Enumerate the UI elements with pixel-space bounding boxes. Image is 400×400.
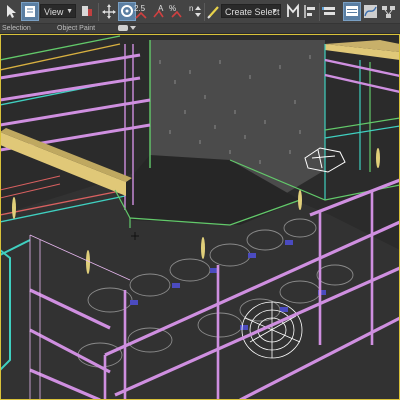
use-pivot-center-button[interactable] xyxy=(78,2,96,21)
ribbon-minimize-icon[interactable] xyxy=(118,25,136,31)
spinner-snap-text: n xyxy=(189,4,193,13)
align-button[interactable] xyxy=(301,2,319,21)
3ds-max-window: View ▼ 2.5 A % n Create Select ▼ Selecti… xyxy=(0,0,400,400)
percent-snap-button[interactable]: % xyxy=(168,2,186,21)
curve-editor-button[interactable] xyxy=(362,2,380,21)
named-selection-set-dropdown[interactable]: Create Selection Se ▼ xyxy=(221,4,281,18)
snap-2-5-text: 2.5 xyxy=(134,4,146,13)
schematic-view-icon xyxy=(382,6,395,18)
select-by-name-button[interactable] xyxy=(21,2,39,21)
reference-coordinate-value: View xyxy=(44,7,64,17)
selection-panel-label[interactable]: Selection xyxy=(2,24,31,33)
toolbar-separator xyxy=(98,3,99,21)
wireframe-scene xyxy=(0,34,400,400)
snap-2-5-button[interactable]: 2.5 xyxy=(133,2,151,21)
layer-explorer-button[interactable] xyxy=(321,2,339,21)
align-icon xyxy=(304,5,315,18)
pivot-center-icon xyxy=(82,6,92,16)
percent-snap-icon: % xyxy=(169,4,182,18)
reference-coordinate-dropdown[interactable]: View ▼ xyxy=(40,4,76,18)
chevron-down-icon: ▼ xyxy=(66,8,73,15)
percent-snap-text: % xyxy=(169,4,176,13)
object-paint-panel-label[interactable]: Object Paint xyxy=(57,24,95,33)
curve-editor-icon xyxy=(364,5,377,18)
select-and-move-button[interactable] xyxy=(100,2,118,21)
snap-2-5-icon: 2.5 xyxy=(134,4,147,19)
perspective-viewport[interactable] xyxy=(0,34,400,400)
select-arrow-icon xyxy=(7,5,16,18)
main-toolbar: View ▼ 2.5 A % n Create Select ▼ xyxy=(0,0,400,24)
layers-icon xyxy=(322,7,335,15)
schematic-view-button[interactable] xyxy=(380,2,398,21)
chevron-down-icon: ▼ xyxy=(271,8,278,15)
scene-explorer-icon xyxy=(346,6,358,16)
move-icon xyxy=(102,4,116,19)
select-by-name-icon xyxy=(25,6,35,17)
toolbar-separator xyxy=(319,3,320,21)
ribbon-panel-row: Selection Object Paint xyxy=(0,24,400,34)
angle-snap-button[interactable]: A xyxy=(151,2,169,21)
spinner-snap-icon: n xyxy=(189,4,201,17)
scene-explorer-button[interactable] xyxy=(343,2,361,21)
angle-snap-icon: A xyxy=(153,4,164,18)
spinner-snap-button[interactable]: n xyxy=(186,2,204,21)
select-object-button[interactable] xyxy=(2,2,20,21)
